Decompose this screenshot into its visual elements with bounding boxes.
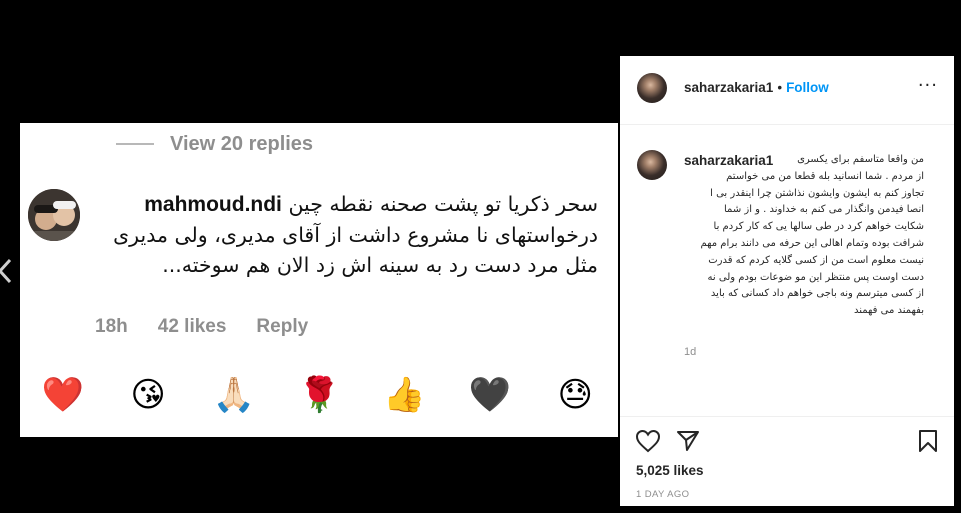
post-author-avatar[interactable] bbox=[637, 73, 667, 103]
chevron-left-icon[interactable] bbox=[0, 258, 12, 284]
header-dot: • bbox=[777, 80, 783, 95]
caption-author-avatar[interactable] bbox=[637, 150, 667, 180]
more-options-icon[interactable]: ··· bbox=[918, 77, 938, 95]
follow-button[interactable]: Follow bbox=[786, 80, 829, 95]
like-heart-icon[interactable] bbox=[635, 429, 661, 453]
save-bookmark-icon[interactable] bbox=[918, 429, 938, 453]
comment-text: سحر ذکریا تو پشت صحنه نقطه چین mahmoud.n… bbox=[94, 189, 598, 280]
caption-line: شرافت بوده وتمام اهالی این حرفه می دانند… bbox=[700, 237, 924, 249]
reaction-rose-icon[interactable]: 🌹 bbox=[298, 375, 340, 415]
reaction-kiss-icon[interactable]: 😘 bbox=[127, 375, 169, 415]
caption-line: شکایت خواهم کرد در طی سالها یی که کار کر… bbox=[713, 221, 924, 233]
comment-meta: 18h 42 likes Reply bbox=[95, 316, 338, 338]
caption-line: دست اوست پس منتظر این مو ضوعات بودم ولی … bbox=[707, 271, 924, 283]
caption-line: تجاوز کنم به ایشون وایشون نذاشتن چرا این… bbox=[710, 187, 924, 199]
caption-time: 1d bbox=[684, 346, 697, 358]
caption-text: من واقعا متاسفم برای یکسری از مردم . شما… bbox=[684, 152, 924, 320]
post-card: saharzakaria1 • Follow ··· saharzakaria1 م… bbox=[620, 56, 954, 506]
replies-divider bbox=[116, 143, 154, 145]
comment-rest: درخواستهای نا مشروع داشت از آقای مدیری، … bbox=[113, 223, 598, 277]
post-action-bar: 5,025 likes 1 DAY AGO bbox=[620, 416, 954, 507]
reaction-red-heart-icon[interactable]: ❤️ bbox=[42, 375, 84, 415]
reaction-black-heart-icon[interactable]: 🖤 bbox=[469, 375, 511, 415]
reaction-thumbs-up-icon[interactable]: 👍 bbox=[383, 375, 425, 415]
comment-time: 18h bbox=[95, 316, 128, 337]
reaction-praying-hands-icon[interactable]: 🙏🏻 bbox=[213, 375, 255, 415]
quick-reactions-bar: ❤️ 😘 🙏🏻 🌹 👍 🖤 😓 bbox=[20, 375, 618, 415]
caption-line: انصا فیدمن وانگذار می کنم به خداوند . و … bbox=[723, 204, 924, 216]
caption-line: من واقعا متاسفم برای یکسری bbox=[797, 154, 924, 165]
post-header: saharzakaria1 • Follow ··· bbox=[620, 56, 954, 125]
reaction-downcast-sweat-icon[interactable]: 😓 bbox=[554, 375, 596, 415]
post-likes-count[interactable]: 5,025 likes bbox=[636, 463, 704, 478]
post-date: 1 DAY AGO bbox=[636, 489, 690, 500]
comment-line1: سحر ذکریا تو پشت صحنه نقطه چین bbox=[288, 192, 598, 216]
comment-card: View 20 replies سحر ذکریا تو پشت صحنه نق… bbox=[20, 123, 618, 437]
caption-line: نیست معلوم است من از کسی گلایه کردم که ق… bbox=[708, 254, 924, 266]
view-replies-link[interactable]: View 20 replies bbox=[116, 129, 313, 159]
post-author-line: saharzakaria1 • Follow bbox=[684, 80, 829, 95]
comment-likes[interactable]: 42 likes bbox=[158, 316, 227, 338]
reply-button[interactable]: Reply bbox=[256, 316, 308, 338]
caption-line: از کسی میترسم ونه باجی خواهم داد کسانی ک… bbox=[710, 288, 924, 300]
view-replies-label[interactable]: View 20 replies bbox=[170, 133, 313, 156]
caption-line: بفهمند می فهمند bbox=[854, 305, 924, 317]
commenter-avatar[interactable] bbox=[28, 189, 80, 241]
comment-body: سحر ذکریا تو پشت صحنه نقطه چین mahmoud.n… bbox=[94, 189, 598, 280]
post-author-username[interactable]: saharzakaria1 bbox=[684, 80, 773, 95]
caption-line: از مردم . شما انسانید بله قطعا من می خوا… bbox=[726, 170, 924, 182]
avatar-photo bbox=[28, 189, 80, 241]
share-send-icon[interactable] bbox=[676, 429, 700, 453]
commenter-username[interactable]: mahmoud.ndi bbox=[144, 193, 282, 216]
